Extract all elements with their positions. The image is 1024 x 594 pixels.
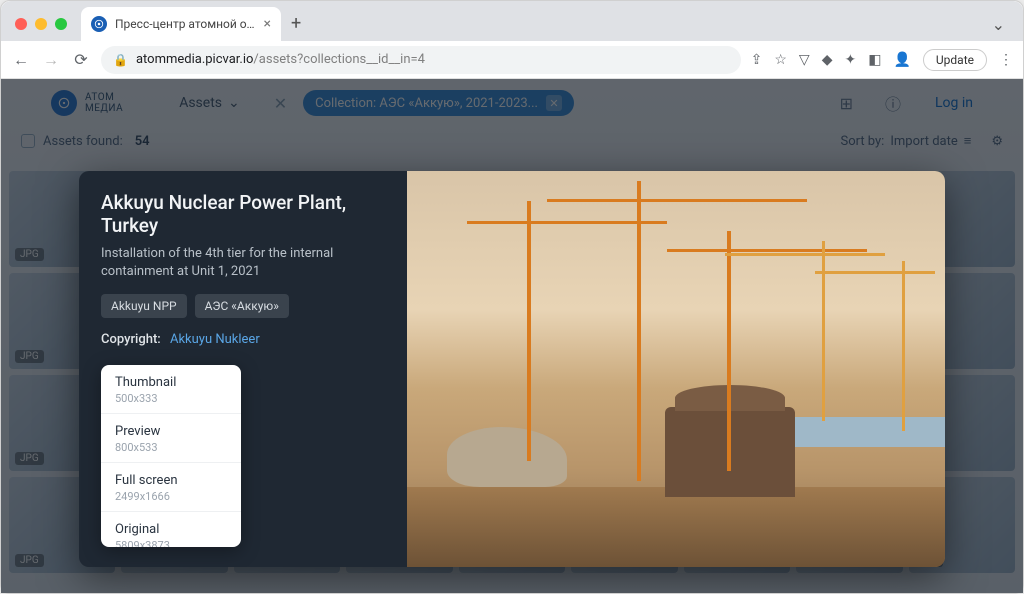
- download-sizes-card: Thumbnail 500x333 Preview 800x533 Full s…: [101, 365, 241, 547]
- profile-icon[interactable]: 👤: [893, 52, 910, 68]
- size-option-original[interactable]: Original 5809x3873: [101, 512, 241, 547]
- reload-button[interactable]: ⟳: [71, 50, 91, 69]
- size-dims: 800x533: [115, 441, 227, 454]
- size-name: Preview: [115, 424, 227, 439]
- size-dims: 500x333: [115, 392, 227, 405]
- url-field[interactable]: 🔒 atommedia.picvar.io/assets?collections…: [101, 46, 741, 74]
- forward-button[interactable]: →: [41, 50, 61, 70]
- extensions-icon[interactable]: ◧: [868, 52, 881, 68]
- url-host: atommedia.picvar.io: [136, 52, 253, 67]
- tag[interactable]: АЭС «Аккую»: [195, 294, 289, 318]
- maximize-window-button[interactable]: [55, 18, 67, 30]
- asset-subtitle: Installation of the 4th tier for the int…: [101, 245, 385, 280]
- browser-tab[interactable]: Пресс-центр атомной отрас ×: [81, 7, 281, 41]
- tab-title: Пресс-центр атомной отрас: [115, 17, 256, 31]
- copyright-label: Copyright:: [101, 332, 161, 347]
- asset-preview-image[interactable]: [407, 171, 945, 567]
- size-option-thumbnail[interactable]: Thumbnail 500x333: [101, 365, 241, 414]
- size-option-preview[interactable]: Preview 800x533: [101, 414, 241, 463]
- window-controls: [15, 18, 67, 30]
- modal-info-panel: Akkuyu Nuclear Power Plant, Turkey Insta…: [79, 171, 407, 567]
- update-button[interactable]: Update: [923, 49, 987, 71]
- size-name: Full screen: [115, 473, 227, 488]
- tab-favicon: [91, 16, 107, 32]
- minimize-window-button[interactable]: [35, 18, 47, 30]
- new-tab-button[interactable]: +: [291, 15, 301, 33]
- page-viewport: АТОМ МЕДИА Assets ⌄ ✕ Collection: АЭС «А…: [1, 79, 1023, 593]
- lock-icon: 🔒: [113, 53, 128, 67]
- shield-icon[interactable]: ▽: [799, 52, 810, 68]
- asset-tags: Akkuyu NPP АЭС «Аккую»: [101, 294, 385, 318]
- url-path: /assets?collections__id__in=4: [253, 52, 425, 67]
- size-dims: 2499x1666: [115, 490, 227, 503]
- copyright: Copyright: Akkuyu Nukleer: [101, 332, 385, 347]
- menu-icon[interactable]: ⋮: [999, 52, 1013, 68]
- back-button[interactable]: ←: [11, 50, 31, 70]
- extension-icon-2[interactable]: ✦: [844, 52, 856, 68]
- tab-strip: Пресс-центр атомной отрас × + ⌄: [1, 1, 1023, 41]
- size-name: Original: [115, 522, 227, 537]
- asset-detail-modal: Akkuyu Nuclear Power Plant, Turkey Insta…: [79, 171, 945, 567]
- share-icon[interactable]: ⇪: [751, 52, 763, 68]
- tab-close-icon[interactable]: ×: [264, 17, 271, 31]
- browser-window: Пресс-центр атомной отрас × + ⌄ ← → ⟳ 🔒 …: [0, 0, 1024, 594]
- extension-icon-1[interactable]: ◆: [822, 52, 833, 68]
- size-name: Thumbnail: [115, 375, 227, 390]
- copyright-value[interactable]: Akkuyu Nukleer: [170, 332, 260, 347]
- asset-title: Akkuyu Nuclear Power Plant, Turkey: [101, 191, 385, 237]
- tabs-overflow-icon[interactable]: ⌄: [992, 15, 1005, 34]
- address-bar: ← → ⟳ 🔒 atommedia.picvar.io/assets?colle…: [1, 41, 1023, 79]
- tag[interactable]: Akkuyu NPP: [101, 294, 187, 318]
- size-option-fullscreen[interactable]: Full screen 2499x1666: [101, 463, 241, 512]
- bookmark-icon[interactable]: ☆: [774, 52, 787, 68]
- toolbar-right: ⇪ ☆ ▽ ◆ ✦ ◧ 👤 Update ⋮: [751, 49, 1013, 71]
- size-dims: 5809x3873: [115, 539, 227, 547]
- close-window-button[interactable]: [15, 18, 27, 30]
